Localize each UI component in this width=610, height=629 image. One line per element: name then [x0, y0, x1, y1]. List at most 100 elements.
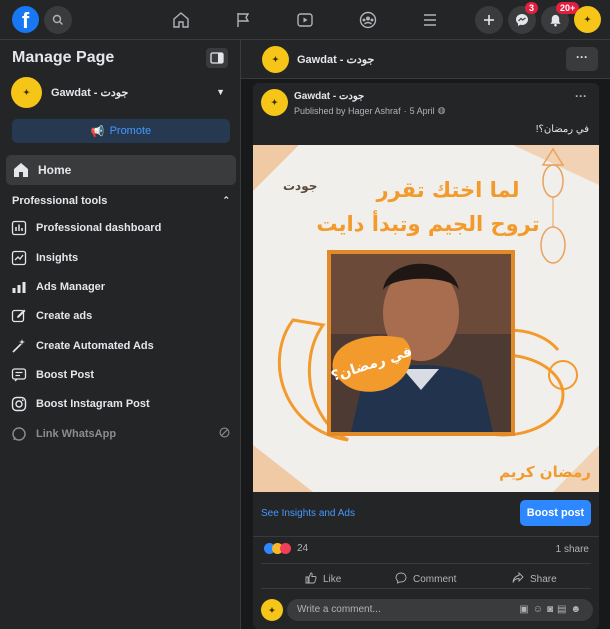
page-feed: ✦ Gawdat - جودت ··· ✦ Gawdat - جودت Publ… [241, 40, 610, 629]
sidebar-item-link-whatsapp[interactable]: Link WhatsApp [9, 422, 231, 446]
reactions-summary[interactable]: 24 [264, 543, 308, 554]
camera-icon[interactable]: ◙ [547, 604, 557, 615]
bell-icon [549, 14, 561, 26]
menu-nav-button[interactable] [419, 9, 441, 31]
instagram-icon [9, 394, 29, 414]
sidebar-item-label: Link WhatsApp [36, 428, 117, 440]
sidebar-item-label: Insights [36, 252, 79, 264]
like-button[interactable]: Like [305, 572, 341, 587]
sidebar-item-label: Create Automated Ads [36, 340, 154, 352]
post-options-icon[interactable]: ··· [575, 89, 587, 103]
page-avatar[interactable]: ✦ [262, 46, 289, 73]
sidebar-item-professional-dashboard[interactable]: Professional dashboard [9, 216, 231, 240]
image-headline-1: لما اختك تقرر [375, 178, 519, 202]
sidebar-item-home[interactable]: Home [6, 155, 236, 185]
whatsapp-icon [9, 424, 29, 444]
divider [261, 563, 591, 564]
sidebar-item-boost-instagram-post[interactable]: Boost Instagram Post [9, 392, 231, 416]
disabled-icon [219, 427, 230, 441]
facebook-logo[interactable]: f [12, 6, 39, 33]
promote-label: Promote [109, 125, 152, 137]
comment-input[interactable]: Write a comment... ▣☺◙▤☻ [287, 599, 593, 621]
page-header-name: Gawdat - جودت [297, 54, 375, 66]
brand-mark-icon: ✦ [268, 605, 276, 615]
reactions-count: 24 [297, 543, 309, 554]
shares-count[interactable]: 1 share [556, 544, 589, 555]
brand-mark-icon: ✦ [272, 55, 279, 64]
post-published-by: Published by Hager Ashraf [294, 105, 401, 116]
share-button[interactable]: Share [512, 571, 557, 587]
post-author[interactable]: Gawdat - جودت [294, 91, 364, 102]
watch-icon [297, 13, 313, 27]
globe-icon: ◍ [437, 105, 446, 115]
collapse-sidebar-button[interactable] [206, 48, 228, 68]
watch-nav-button[interactable] [294, 9, 316, 31]
sidebar-item-boost-post[interactable]: Boost Post [9, 363, 231, 387]
sidebar-item-label: Boost Instagram Post [36, 398, 150, 410]
page-switcher[interactable]: ✦ Gawdat - جودت ▼ [11, 76, 231, 108]
image-headline-2: تروح الجيم وتبدأ دايت [316, 209, 539, 236]
divider [253, 536, 599, 537]
sidebar-item-create-automated-ads[interactable]: Create Automated Ads [9, 334, 231, 358]
comment-button[interactable]: Comment [395, 572, 456, 587]
search-icon [52, 14, 63, 25]
post-meta-separator: · [403, 105, 407, 116]
top-navigation-bar: f 3 20+ ✦ [0, 0, 610, 40]
emoji-icon[interactable]: ☺ [533, 604, 547, 615]
share-icon [512, 571, 524, 587]
post-author-avatar[interactable]: ✦ [261, 89, 288, 116]
post-image-graphic: جودت لما اختك تقرر تروح الجيم وتبدأ دايت… [253, 145, 599, 492]
messenger-badge: 3 [525, 2, 539, 14]
search-button[interactable] [44, 6, 72, 34]
flag-icon [237, 13, 250, 27]
groups-nav-button[interactable] [357, 9, 379, 31]
chevron-up-icon: ⌃ [222, 195, 230, 205]
see-insights-link[interactable]: See Insights and Ads [261, 508, 355, 519]
post-caption: في رمضان؟! [535, 124, 589, 135]
create-button[interactable] [475, 6, 503, 34]
brand-mark-icon: ✦ [23, 87, 30, 97]
page-avatar: ✦ [11, 76, 42, 108]
comment-placeholder: Write a comment... [297, 604, 381, 615]
section-title: Professional tools [12, 195, 108, 207]
page-name: Gawdat - جودت [51, 86, 129, 99]
promote-button[interactable]: 📢 Promote [12, 119, 230, 143]
commenter-avatar[interactable]: ✦ [261, 599, 283, 621]
brand-mark-icon: ✦ [271, 98, 278, 107]
boost-post-button[interactable]: Boost post [520, 500, 591, 526]
avatar-sticker-icon[interactable]: ☻ [570, 604, 585, 615]
comment-label: Comment [413, 574, 457, 585]
page-more-button[interactable]: ··· [566, 47, 598, 71]
ads-manager-icon [9, 277, 29, 297]
professional-tools-header[interactable]: Professional tools ⌃ [12, 195, 230, 207]
insights-icon [9, 248, 29, 268]
like-label: Like [323, 574, 342, 585]
home-nav-button[interactable] [170, 9, 192, 31]
pages-nav-button[interactable] [232, 9, 254, 31]
caret-down-icon: ▼ [216, 87, 225, 97]
like-icon [305, 572, 317, 587]
account-avatar[interactable]: ✦ [574, 6, 601, 33]
sidebar-item-label: Home [38, 163, 72, 177]
brand-mark-icon: ✦ [584, 15, 591, 24]
post-date[interactable]: 5 April [410, 106, 435, 116]
page-header: ✦ Gawdat - جودت ··· [241, 40, 610, 79]
sidebar-item-insights[interactable]: Insights [9, 246, 231, 270]
sticker-icon[interactable]: ▣ [519, 604, 532, 615]
divider [261, 588, 591, 589]
sidebar-item-label: Professional dashboard [36, 222, 162, 234]
sidebar-item-ads-manager[interactable]: Ads Manager [9, 275, 231, 299]
sidebar-collapse-icon [210, 52, 224, 64]
sidebar-item-label: Boost Post [36, 369, 95, 381]
love-reaction-icon [280, 543, 291, 554]
sidebar-item-create-ads[interactable]: Create ads [9, 304, 231, 328]
dashboard-icon [9, 218, 29, 238]
share-label: Share [530, 574, 557, 585]
plus-icon [484, 15, 494, 25]
post-image[interactable]: جودت لما اختك تقرر تروح الجيم وتبدأ دايت… [253, 145, 599, 492]
comment-icon [395, 572, 407, 587]
home-icon [173, 12, 189, 28]
gif-icon[interactable]: ▤ [557, 604, 570, 615]
magic-wand-icon [9, 336, 29, 356]
boost-icon [9, 365, 29, 385]
